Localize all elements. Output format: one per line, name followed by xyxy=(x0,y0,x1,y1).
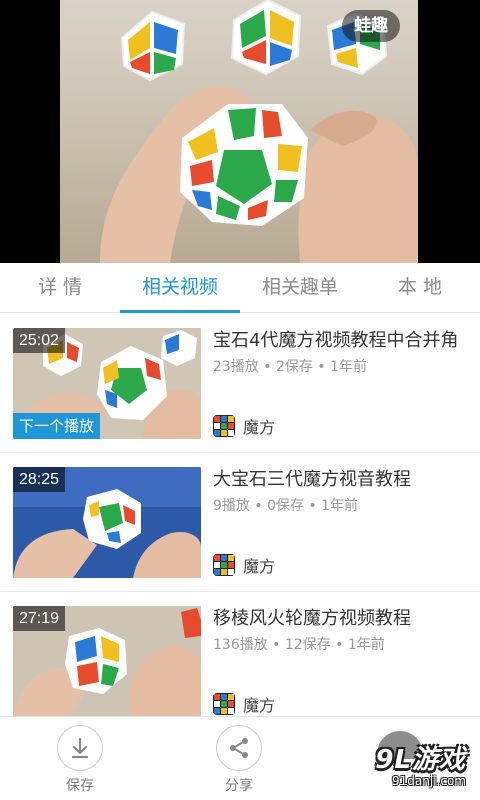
list-item[interactable]: 28:25 大宝石三代魔方视音教程 9播放 • 0保存 • 1年前 魔方 xyxy=(0,453,480,592)
share-icon xyxy=(230,738,248,758)
video-title[interactable]: 移棱风火轮魔方视频教程 xyxy=(213,606,475,632)
video-meta: 9播放 • 0保存 • 1年前 xyxy=(213,498,359,514)
channel-link[interactable]: 魔方 xyxy=(213,553,275,577)
video-title[interactable]: 大宝石三代魔方视音教程 xyxy=(213,467,475,493)
share-label: 分享 xyxy=(225,778,253,794)
channel-name: 魔方 xyxy=(243,696,276,715)
site-logo-watermark: 9L游戏 91danji.com xyxy=(338,739,480,800)
channel-link[interactable]: 魔方 xyxy=(213,414,275,438)
tab-details[interactable]: 详 情 xyxy=(0,263,120,312)
watermark-badge: 蛙趣 xyxy=(342,10,400,42)
channel-avatar xyxy=(213,415,235,437)
video-frame[interactable]: 蛙趣 xyxy=(60,0,418,263)
save-button-circle[interactable] xyxy=(57,725,103,771)
tab-local[interactable]: 本 地 xyxy=(360,263,480,312)
channel-avatar xyxy=(213,693,235,715)
video-thumbnail[interactable]: 28:25 xyxy=(13,467,201,578)
next-play-badge: 下一个播放 xyxy=(13,413,101,439)
related-video-list[interactable]: 25:02 下一个播放 宝石4代魔方视频教程中合并角 23播放 • 2保存 • … xyxy=(0,314,480,716)
video-meta: 23播放 • 2保存 • 1年前 xyxy=(213,359,367,375)
video-player[interactable]: 蛙趣 xyxy=(0,0,480,263)
channel-link[interactable]: 魔方 xyxy=(213,692,275,716)
video-duration: 28:25 xyxy=(13,467,66,492)
video-duration: 27:19 xyxy=(13,606,66,631)
rubiks-cube-icon xyxy=(213,554,235,576)
video-thumbnail[interactable]: 25:02 下一个播放 xyxy=(13,328,201,439)
logo-text: 9L游戏 xyxy=(375,745,466,775)
tab-related-lists[interactable]: 相关趣单 xyxy=(240,263,360,312)
rubiks-cube-icon xyxy=(213,693,235,715)
save-button[interactable]: 保存 xyxy=(50,725,110,795)
logo-url: 91danji.com xyxy=(392,774,466,788)
video-thumbnail[interactable]: 27:19 xyxy=(13,606,201,716)
bottom-action-bar: 保存 分享 9L游戏 91danji.com xyxy=(0,716,480,800)
share-button-circle[interactable] xyxy=(216,725,262,771)
share-button[interactable]: 分享 xyxy=(209,725,269,795)
video-title[interactable]: 宝石4代魔方视频教程中合并角 xyxy=(213,328,475,354)
channel-name: 魔方 xyxy=(243,418,276,437)
channel-name: 魔方 xyxy=(243,557,276,576)
save-label: 保存 xyxy=(66,778,94,794)
video-duration: 25:02 xyxy=(13,328,66,353)
tab-related-videos[interactable]: 相关视频 xyxy=(120,263,240,313)
list-item[interactable]: 25:02 下一个播放 宝石4代魔方视频教程中合并角 23播放 • 2保存 • … xyxy=(0,314,480,453)
download-arrow-icon xyxy=(71,737,89,759)
channel-avatar xyxy=(213,554,235,576)
list-item[interactable]: 27:19 移棱风火轮魔方视频教程 136播放 • 12保存 • 1年前 魔方 xyxy=(0,592,480,716)
tab-bar: 详 情 相关视频 相关趣单 本 地 xyxy=(0,263,480,313)
rubiks-cube-icon xyxy=(213,415,235,437)
video-meta: 136播放 • 12保存 • 1年前 xyxy=(213,637,385,653)
